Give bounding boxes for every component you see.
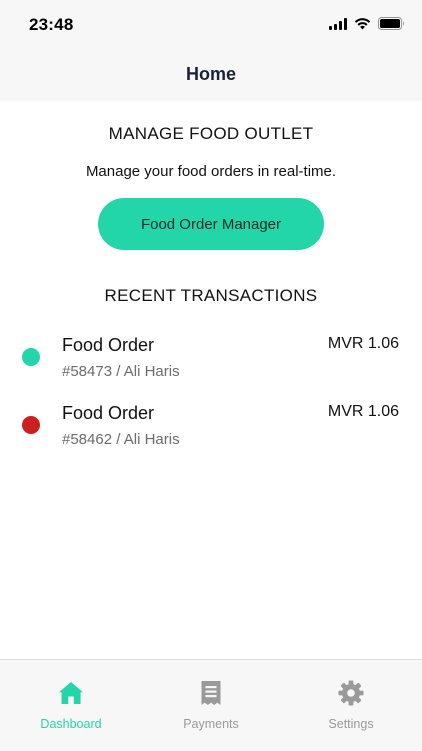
gear-icon <box>338 680 364 706</box>
transaction-subtitle: #58462 / Ali Haris <box>62 431 180 448</box>
cellular-signal-icon <box>329 17 347 30</box>
battery-icon <box>378 17 404 30</box>
tab-label: Dashboard <box>40 717 102 731</box>
tab-dashboard[interactable]: Dashboard <box>1 660 141 751</box>
main-content: MANAGE FOOD OUTLET Manage your food orde… <box>0 101 422 659</box>
transaction-amount: MVR 1.06 <box>327 403 399 420</box>
transaction-row[interactable]: Food Order #58462 / Ali Haris MVR 1.06 <box>0 395 422 457</box>
transaction-amount: MVR 1.06 <box>327 335 399 352</box>
top-area: 23:48 Home <box>0 0 422 102</box>
food-order-manager-button[interactable]: Food Order Manager <box>98 198 324 250</box>
tab-label: Settings <box>328 717 374 731</box>
recent-transactions-heading: RECENT TRANSACTIONS <box>104 286 318 305</box>
manage-heading: MANAGE FOOD OUTLET <box>108 124 314 143</box>
wifi-icon <box>354 18 371 30</box>
tab-label: Payments <box>183 717 239 731</box>
status-time: 23:48 <box>29 15 74 34</box>
receipt-icon <box>201 681 221 705</box>
tab-settings[interactable]: Settings <box>281 660 421 751</box>
home-icon <box>59 682 83 704</box>
status-bar: 23:48 <box>0 0 422 50</box>
transaction-row[interactable]: Food Order #58473 / Ali Haris MVR 1.06 <box>0 327 422 389</box>
transaction-title: Food Order <box>62 403 155 423</box>
transaction-subtitle: #58473 / Ali Haris <box>62 363 180 380</box>
transaction-title: Food Order <box>62 335 155 355</box>
status-icons <box>329 17 405 30</box>
manage-subtitle: Manage your food orders in real-time. <box>85 163 337 180</box>
tab-bar: Dashboard Payments Settings <box>0 659 422 751</box>
page-title: Home <box>185 64 236 84</box>
status-dot-icon <box>22 348 40 366</box>
tab-payments[interactable]: Payments <box>141 660 281 751</box>
status-dot-icon <box>22 416 40 434</box>
